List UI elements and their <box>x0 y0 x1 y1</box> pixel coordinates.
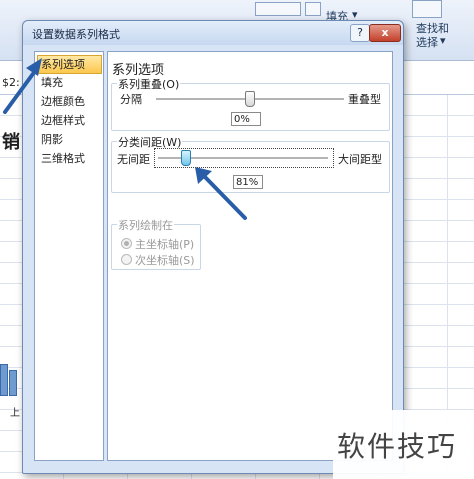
annotation-overlay <box>3 58 247 220</box>
arrow-slider-annotation <box>203 175 247 220</box>
watermark-text: 软件技巧 <box>337 430 458 463</box>
arrow-nav-head <box>26 58 42 76</box>
arrow-nav-annotation <box>3 65 40 114</box>
